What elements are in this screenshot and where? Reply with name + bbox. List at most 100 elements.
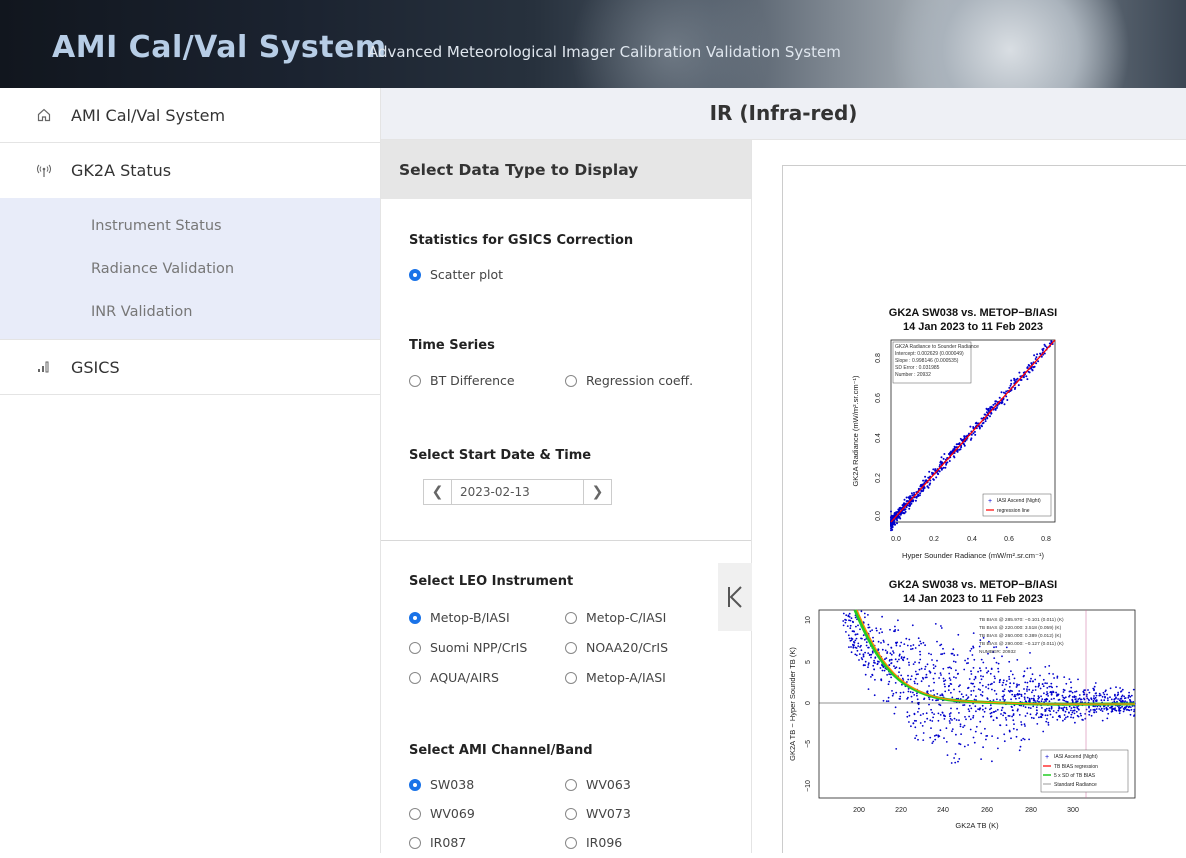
plot2-scatter-point (852, 643, 854, 646)
plot2-scatter-point (917, 711, 919, 713)
plot2-scatter-point (1057, 709, 1060, 712)
radio-metop-b-iasi[interactable]: Metop-B/IASI (409, 610, 510, 625)
plot2-scatter-point (1052, 710, 1055, 712)
plot2-scatter-point (1092, 687, 1095, 690)
plot2-scatter-point (939, 694, 942, 697)
sidebar-item-home[interactable]: AMI Cal/Val System (0, 88, 380, 143)
radio-metop-a-iasi[interactable]: Metop-A/IASI (565, 670, 666, 685)
plot2-scatter-point (1044, 666, 1047, 668)
plot1-scatter-point (946, 461, 949, 464)
radio-label: Regression coeff. (586, 373, 694, 388)
plot2-scatter-point (886, 674, 888, 676)
radio-ir087[interactable]: IR087 (409, 835, 466, 850)
plot2-scatter-point (887, 683, 890, 686)
collapse-left-icon[interactable] (718, 563, 752, 631)
radio-metop-c-iasi[interactable]: Metop-C/IASI (565, 610, 666, 625)
plot2-scatter-point (1023, 738, 1026, 741)
plot2-scatter-point (871, 673, 874, 676)
plot2-scatter-point (1029, 667, 1032, 669)
plot2-scatter-point (1071, 696, 1074, 698)
plot2-scatter-point (1037, 695, 1040, 698)
plot2-scatter-point (948, 666, 951, 669)
plot2-scatter-point (929, 736, 932, 739)
radio-bt-difference[interactable]: BT Difference (409, 373, 515, 388)
radio-noaa20-cris[interactable]: NOAA20/CrIS (565, 640, 668, 655)
plot2-scatter-point (1107, 712, 1110, 715)
plot2-scatter-point (1031, 673, 1034, 676)
plot2-scatter-point (992, 719, 995, 722)
plot2-scatter-point (912, 663, 915, 665)
radio-wv069[interactable]: WV069 (409, 806, 475, 821)
radio-scatter-plot[interactable]: Scatter plot (409, 267, 503, 282)
plot2-scatter-point (925, 673, 928, 676)
plot2-scatter-point (1040, 700, 1043, 703)
plot2-scatter-point (1002, 679, 1005, 682)
panel-heading: Select Data Type to Display (381, 140, 751, 199)
plot2-scatter-point (1050, 685, 1052, 688)
plot2-scatter-point (895, 644, 898, 647)
plot2-scatter-point (989, 672, 992, 675)
plot2-scatter-point (892, 692, 895, 695)
sidebar-item-gk2a-status[interactable]: GK2A Status (0, 143, 380, 198)
plot2-scatter-point (894, 625, 896, 628)
plot2-scatter-point (1066, 708, 1068, 711)
plot2-scatter-point (855, 647, 858, 649)
plot2-scatter-point (979, 689, 982, 691)
plot1-scatter-point (920, 490, 923, 493)
plot2-scatter-point (1071, 700, 1074, 703)
plot2-scatter-point (972, 646, 975, 649)
plot2-scatter-point (969, 718, 972, 721)
plot2-scatter-point (867, 646, 869, 649)
date-value[interactable]: 2023-02-13 (452, 485, 530, 499)
plot2-scatter-point (872, 640, 875, 643)
plot2-scatter-point (1109, 696, 1111, 699)
plot2-scatter-point (992, 699, 995, 701)
radio-wv063[interactable]: WV063 (565, 777, 631, 792)
plot2-scatter-point (1010, 670, 1012, 672)
sidebar-item-radiance-validation[interactable]: Radiance Validation (0, 247, 380, 290)
chevron-right-icon[interactable]: ❯ (583, 480, 611, 504)
plot2-scatter-point (1047, 724, 1050, 726)
plot2-scatter-point (1106, 717, 1109, 720)
sidebar-item-gsics[interactable]: GSICS (0, 340, 380, 395)
plot2-scatter-point (1099, 705, 1102, 708)
radio-suomi-npp-cris[interactable]: Suomi NPP/CrIS (409, 640, 527, 655)
plot2-xtick: 200 (853, 807, 865, 814)
sidebar-item-inr-validation[interactable]: INR Validation (0, 290, 380, 333)
app-subtitle: Advanced Meteorological Imager Calibrati… (368, 43, 841, 61)
plot2-scatter-point (1078, 694, 1081, 696)
plot2-scatter-point (1026, 681, 1029, 684)
plot1-scatter-point (957, 443, 960, 445)
plot2-scatter-point (925, 712, 928, 715)
plot1-scatter-point (922, 488, 925, 491)
plot2-scatter-point (1078, 708, 1080, 711)
plot2-scatter-point (1032, 680, 1034, 683)
plot2-scatter-point (915, 720, 917, 722)
radio-label: Metop-A/IASI (586, 670, 666, 685)
plot1-scatter-point (985, 407, 988, 410)
radio-regression-coeff[interactable]: Regression coeff. (565, 373, 693, 388)
plot1-scatter-point (939, 460, 942, 463)
plot2-scatter-point (972, 682, 974, 685)
plot2-scatter-point (951, 728, 954, 730)
plot2-scatter-point (1012, 682, 1015, 685)
plot2-scatter-point (1070, 681, 1072, 684)
plot2-scatter-point (1005, 683, 1007, 686)
radio-aqua-airs[interactable]: AQUA/AIRS (409, 670, 499, 685)
app-title[interactable]: AMI Cal/Val System (52, 30, 387, 65)
plot2-scatter-point (932, 677, 935, 680)
plot1-scatter-point (1017, 384, 1020, 387)
radio-wv073[interactable]: WV073 (565, 806, 631, 821)
plot2-scatter-point (983, 710, 986, 713)
radio-ir096[interactable]: IR096 (565, 835, 622, 850)
plot2-scatter-point (850, 651, 853, 654)
plot2-scatter-point (1038, 716, 1040, 719)
plot2-scatter-point (1041, 714, 1044, 716)
plot2-scatter-point (876, 662, 879, 665)
radio-sw038[interactable]: SW038 (409, 777, 474, 792)
chevron-left-icon[interactable]: ❮ (424, 480, 452, 504)
sidebar-item-instrument-status[interactable]: Instrument Status (0, 204, 380, 247)
plot1-scatter-point (974, 433, 977, 436)
plot2-scatter-point (999, 724, 1001, 726)
plot2-scatter-point (1020, 723, 1023, 726)
